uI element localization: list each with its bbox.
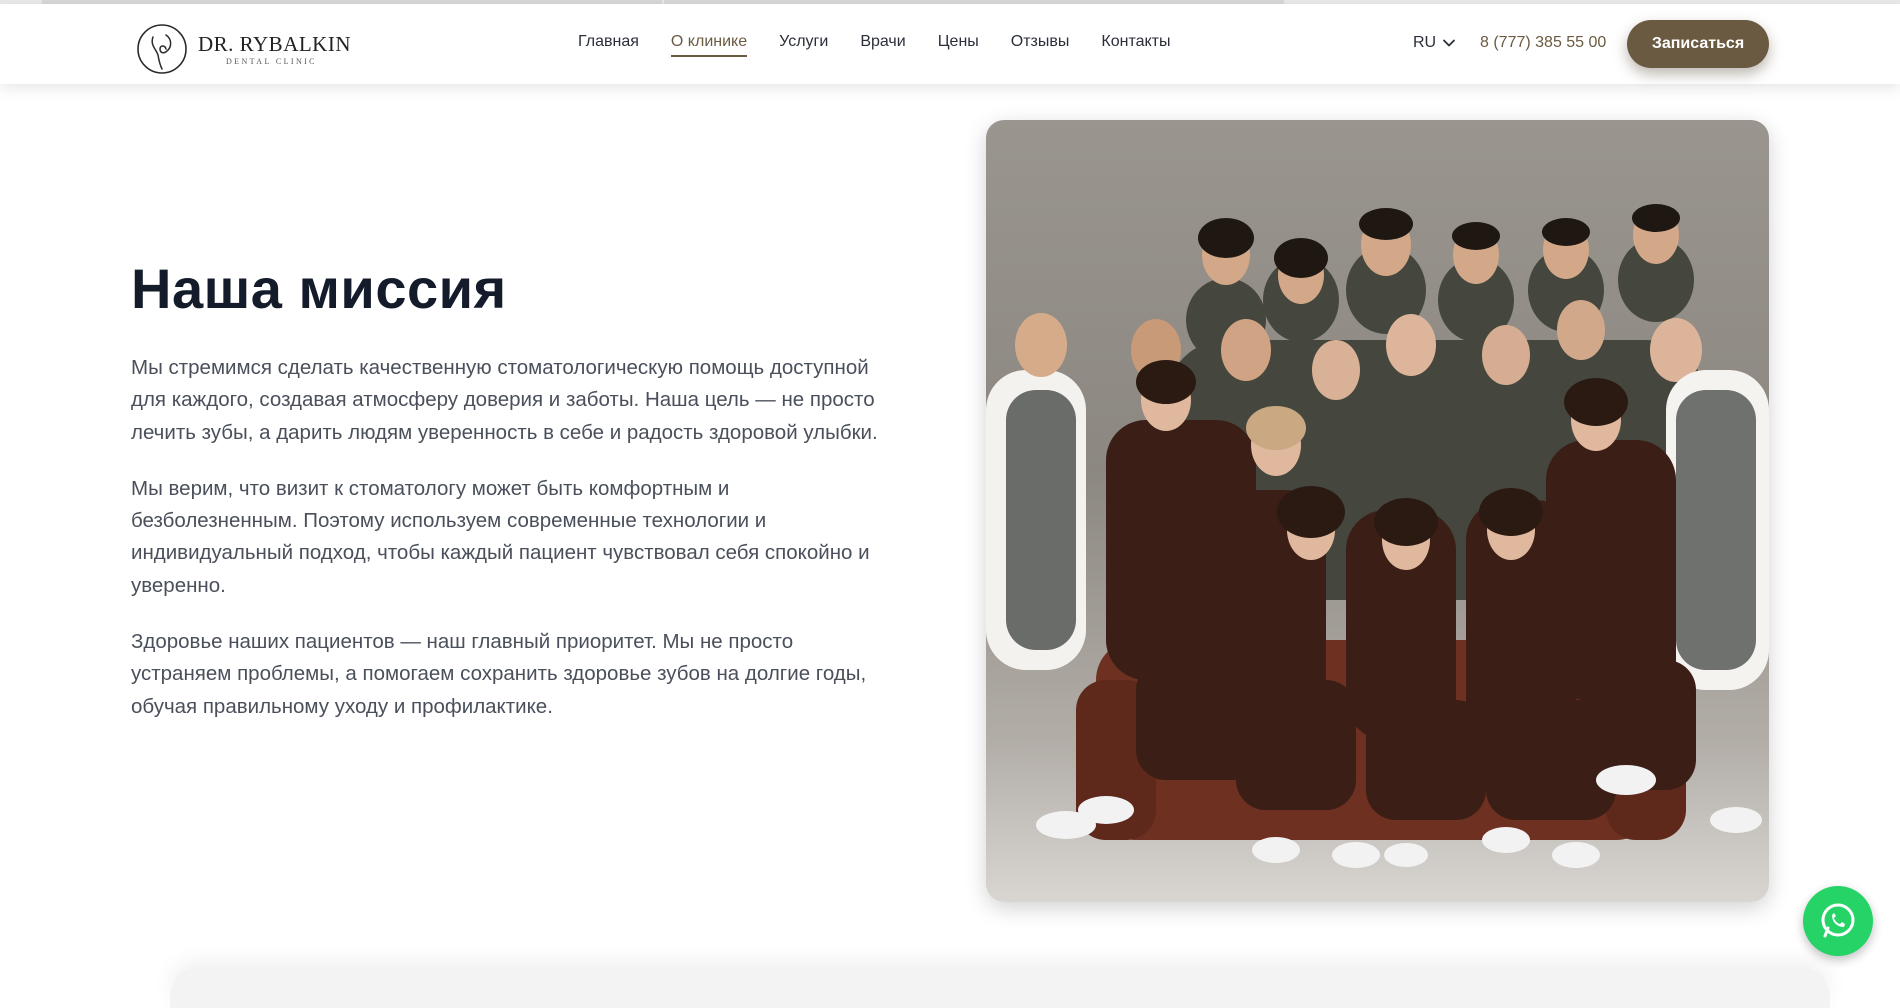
logo-tagline: DENTAL CLINIC bbox=[226, 56, 317, 66]
logo[interactable]: DR. RYBALKIN DENTAL CLINIC bbox=[136, 23, 351, 75]
hair-shapes bbox=[1198, 204, 1680, 278]
front-hair bbox=[1136, 360, 1196, 404]
nav-item-prices[interactable]: Цены bbox=[938, 33, 979, 55]
logo-name: DR. RYBALKIN bbox=[198, 31, 352, 56]
mission-title: Наша миссия bbox=[131, 257, 507, 320]
whatsapp-icon bbox=[1821, 903, 1855, 938]
nav-item-services[interactable]: Услуги bbox=[779, 33, 828, 55]
site-header: DR. RYBALKIN DENTAL CLINIC Главная О кли… bbox=[0, 4, 1900, 84]
main-nav: Главная О клинике Услуги Врачи Цены Отзы… bbox=[578, 4, 1203, 84]
team-photo bbox=[986, 120, 1769, 902]
mission-paragraph: Мы стремимся сделать качественную стомат… bbox=[131, 356, 878, 444]
nav-item-contacts[interactable]: Контакты bbox=[1101, 33, 1170, 55]
mission-paragraph: Здоровье наших пациентов — наш главный п… bbox=[131, 630, 867, 718]
chevron-down-icon bbox=[1443, 39, 1456, 47]
language-selector[interactable]: RU bbox=[1413, 34, 1456, 52]
nav-item-home[interactable]: Главная bbox=[578, 33, 639, 55]
team-photo-illustration bbox=[986, 204, 1769, 868]
whatsapp-button[interactable] bbox=[1803, 886, 1873, 956]
next-section-card bbox=[170, 968, 1830, 1008]
nav-item-reviews[interactable]: Отзывы bbox=[1011, 33, 1070, 55]
phone-link[interactable]: 8 (777) 385 55 00 bbox=[1480, 34, 1606, 52]
mission-text: Мы стремимся сделать качественную стомат… bbox=[131, 352, 891, 747]
book-appointment-button[interactable]: Записаться bbox=[1627, 20, 1769, 68]
language-label: RU bbox=[1413, 34, 1437, 51]
mission-paragraph: Мы верим, что визит к стоматологу может … bbox=[131, 476, 870, 597]
tooth-logo-icon bbox=[137, 24, 187, 74]
nav-item-about[interactable]: О клинике bbox=[670, 33, 748, 57]
blonde-hair bbox=[1246, 406, 1306, 450]
nav-item-doctors[interactable]: Врачи bbox=[860, 33, 905, 55]
